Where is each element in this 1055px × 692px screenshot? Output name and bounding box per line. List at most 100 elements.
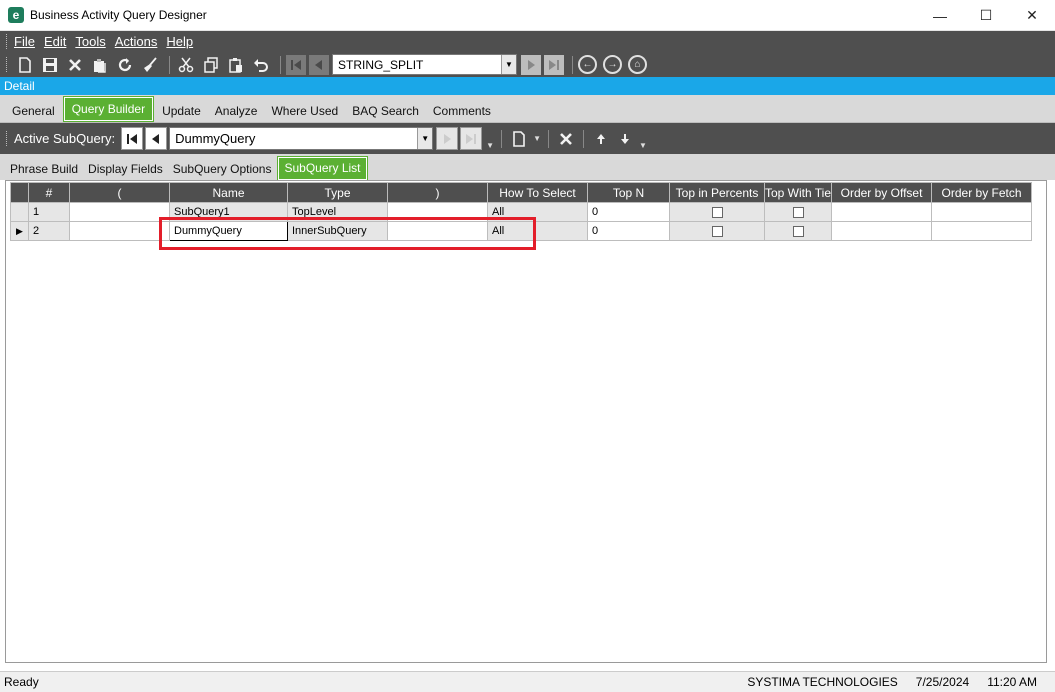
toolbar-separator bbox=[280, 55, 281, 74]
tab-where-used[interactable]: Where Used bbox=[264, 100, 345, 122]
tab-phrase-build[interactable]: Phrase Build bbox=[5, 158, 83, 180]
close-window-button[interactable]: ✕ bbox=[1009, 0, 1055, 31]
paste-icon[interactable] bbox=[225, 55, 247, 75]
top-with-tie-checkbox[interactable] bbox=[792, 225, 804, 237]
column-header[interactable]: Order by Offset bbox=[831, 182, 933, 203]
tab-general[interactable]: General bbox=[5, 100, 62, 122]
refresh-icon[interactable] bbox=[114, 55, 136, 75]
menu-tools[interactable]: Tools bbox=[75, 34, 105, 49]
home-icon[interactable]: ⌂ bbox=[628, 55, 647, 74]
tab-query-builder[interactable]: Query Builder bbox=[62, 96, 155, 122]
overflow-caret-icon[interactable]: ▼ bbox=[639, 141, 647, 150]
chevron-down-icon[interactable]: ▼ bbox=[501, 55, 516, 74]
column-header[interactable]: ( bbox=[69, 182, 170, 203]
menu-help[interactable]: Help bbox=[166, 34, 193, 49]
column-header[interactable]: Top With Tie bbox=[763, 182, 833, 203]
active-subquery-combo[interactable]: DummyQuery ▼ bbox=[169, 127, 434, 150]
column-header[interactable]: # bbox=[28, 182, 70, 203]
cell-top-n[interactable]: 0 bbox=[587, 221, 670, 241]
top-in-percents-checkbox[interactable] bbox=[711, 206, 723, 218]
forward-arrow-icon[interactable]: → bbox=[603, 55, 622, 74]
cell-order-by-fetch[interactable] bbox=[931, 202, 1033, 222]
last-subquery-icon[interactable] bbox=[460, 127, 483, 150]
query-id-combo[interactable]: STRING_SPLIT ▼ bbox=[332, 54, 517, 75]
chevron-down-icon[interactable]: ▼ bbox=[417, 128, 433, 149]
active-subquery-value: DummyQuery bbox=[175, 131, 256, 146]
new-subquery-icon[interactable] bbox=[507, 127, 531, 151]
overflow-caret-icon[interactable]: ▼ bbox=[486, 141, 494, 150]
move-up-arrow-icon[interactable] bbox=[589, 127, 613, 151]
first-subquery-icon[interactable] bbox=[121, 127, 144, 150]
minimize-button[interactable]: — bbox=[917, 0, 963, 31]
next-record-icon[interactable] bbox=[521, 54, 541, 75]
cell-number[interactable]: 2 bbox=[28, 221, 70, 241]
undo-icon[interactable] bbox=[250, 55, 272, 75]
menu-edit[interactable]: Edit bbox=[44, 34, 66, 49]
tab-update[interactable]: Update bbox=[155, 100, 208, 122]
cut-scissors-icon[interactable] bbox=[175, 55, 197, 75]
annotation-highlight-box bbox=[159, 217, 536, 250]
cell-open-paren[interactable] bbox=[69, 202, 170, 222]
row-indicator-header bbox=[10, 182, 29, 203]
tab-comments[interactable]: Comments bbox=[426, 100, 498, 122]
next-subquery-icon[interactable] bbox=[436, 127, 459, 150]
first-record-icon[interactable] bbox=[286, 54, 306, 75]
maximize-button[interactable]: ☐ bbox=[963, 0, 1009, 31]
cell-order-by-offset[interactable] bbox=[831, 202, 933, 222]
menu-actions[interactable]: Actions bbox=[115, 34, 158, 49]
cell-order-by-offset[interactable] bbox=[831, 221, 933, 241]
cell-order-by-fetch[interactable] bbox=[931, 221, 1033, 241]
last-record-icon[interactable] bbox=[544, 54, 564, 75]
status-bar: Ready SYSTIMA TECHNOLOGIES 7/25/2024 11:… bbox=[0, 671, 1055, 692]
cell-open-paren[interactable] bbox=[69, 221, 170, 241]
status-company: SYSTIMA TECHNOLOGIES bbox=[747, 675, 898, 689]
save-icon[interactable] bbox=[39, 55, 61, 75]
query-id-value: STRING_SPLIT bbox=[338, 57, 424, 72]
subquery-bar-grip-handle[interactable] bbox=[6, 131, 9, 146]
cell-top-n[interactable]: 0 bbox=[587, 202, 670, 222]
tab-subquery-options[interactable]: SubQuery Options bbox=[168, 158, 277, 180]
top-with-tie-checkbox[interactable] bbox=[792, 206, 804, 218]
tab-display-fields[interactable]: Display Fields bbox=[83, 158, 168, 180]
clear-broom-icon[interactable] bbox=[139, 55, 161, 75]
menu-bar: File Edit Tools Actions Help bbox=[0, 31, 1055, 52]
toolbar-grip-handle[interactable] bbox=[6, 57, 9, 72]
move-down-arrow-icon[interactable] bbox=[613, 127, 637, 151]
cell-top-in-percents[interactable] bbox=[669, 221, 765, 241]
cell-top-with-tie[interactable] bbox=[763, 202, 833, 222]
delete-subquery-icon[interactable] bbox=[554, 127, 578, 151]
column-header[interactable]: Top in Percents bbox=[669, 182, 765, 203]
tab-analyze[interactable]: Analyze bbox=[208, 100, 265, 122]
column-header[interactable]: Top N bbox=[587, 182, 670, 203]
menu-grip-handle[interactable] bbox=[6, 34, 9, 49]
previous-subquery-icon[interactable] bbox=[145, 127, 168, 150]
cell-number[interactable]: 1 bbox=[28, 202, 70, 222]
active-subquery-bar: Active SubQuery: DummyQuery ▼ ▼ ▼ ▼ bbox=[0, 123, 1055, 154]
tab-subquery-list[interactable]: SubQuery List bbox=[277, 156, 368, 181]
delete-icon[interactable] bbox=[64, 55, 86, 75]
back-arrow-icon[interactable]: ← bbox=[578, 55, 597, 74]
title-bar: e Business Activity Query Designer — ☐ ✕ bbox=[0, 0, 1055, 31]
column-header[interactable]: Order by Fetch bbox=[931, 182, 1033, 203]
new-dropdown-caret-icon[interactable]: ▼ bbox=[533, 134, 541, 143]
toolbar-separator bbox=[169, 55, 170, 74]
sub-tab-strip: Phrase Build Display Fields SubQuery Opt… bbox=[0, 154, 1055, 181]
subquery-list-grid: # ( Name Type ) How To Select Top N Top … bbox=[5, 180, 1047, 663]
cell-top-in-percents[interactable] bbox=[669, 202, 765, 222]
column-header[interactable]: How To Select bbox=[487, 182, 588, 203]
menu-file[interactable]: File bbox=[14, 34, 35, 49]
column-header[interactable]: Type bbox=[287, 182, 388, 203]
clipboard-stack-icon[interactable] bbox=[89, 55, 111, 75]
new-document-icon[interactable] bbox=[14, 55, 36, 75]
row-indicator[interactable] bbox=[10, 202, 29, 222]
top-in-percents-checkbox[interactable] bbox=[711, 225, 723, 237]
cell-top-with-tie[interactable] bbox=[763, 221, 833, 241]
toolbar-separator bbox=[583, 129, 584, 148]
row-indicator[interactable]: ▶ bbox=[10, 221, 29, 241]
previous-record-icon[interactable] bbox=[309, 54, 329, 75]
column-header[interactable]: Name bbox=[169, 182, 288, 203]
column-header[interactable]: ) bbox=[387, 182, 488, 203]
tab-baq-search[interactable]: BAQ Search bbox=[345, 100, 426, 122]
epicor-app-icon: e bbox=[8, 7, 24, 23]
copy-icon[interactable] bbox=[200, 55, 222, 75]
